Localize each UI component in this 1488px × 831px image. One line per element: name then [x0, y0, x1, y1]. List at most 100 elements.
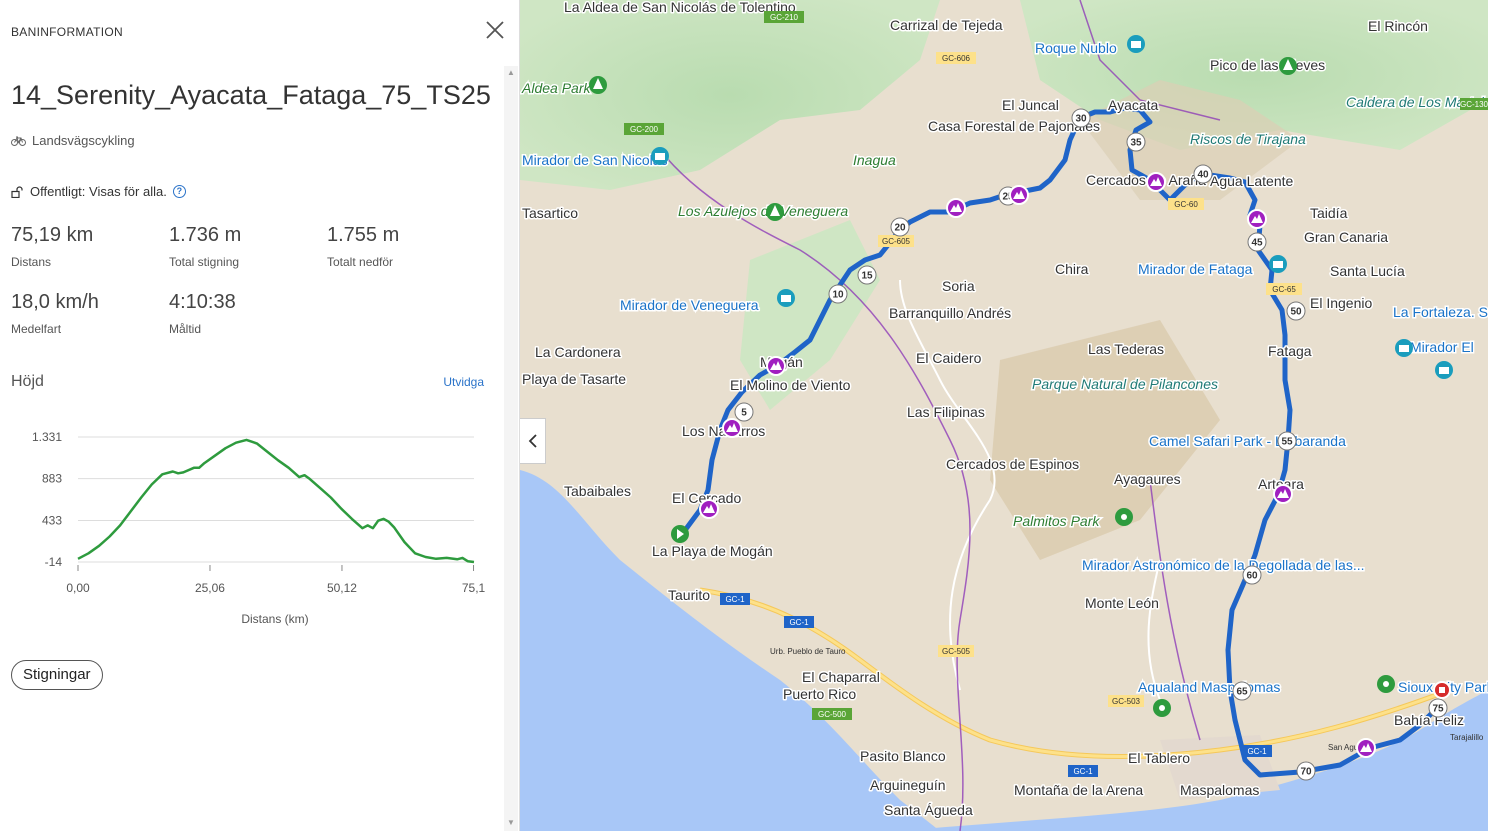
km-marker-label: 20: [894, 223, 906, 234]
place-label: Santa Águeda: [884, 802, 973, 818]
elevation-chart: 1.331 883 433 -14 0,00 25,06 50,12 75,1 Distan…: [32, 430, 486, 626]
place-label: Barranquillo Andrés: [889, 305, 1011, 321]
stat-average-speed: 18,0 km/h Medelfart: [11, 291, 99, 336]
chart-x-axis-label: Distans (km): [241, 612, 308, 626]
place-label: Tarajalillo: [1450, 733, 1484, 742]
place-label: La Cardonera: [535, 344, 621, 360]
collapse-panel-button[interactable]: [520, 418, 546, 464]
chart-x-tick-label: 0,00: [66, 581, 90, 595]
km-marker-label: 35: [1130, 138, 1142, 149]
svg-text:GC-65: GC-65: [1272, 285, 1296, 294]
viewpoint-icon: [651, 147, 669, 165]
park-icon: [1115, 508, 1133, 526]
elevation-title: Höjd: [11, 373, 44, 390]
climb-marker-icon: [1247, 209, 1267, 229]
place-label: Monte León: [1085, 595, 1159, 611]
km-marker-label: 65: [1236, 687, 1248, 698]
viewpoint-icon: [1269, 255, 1287, 273]
park-icon: [1153, 699, 1171, 717]
stat-value: 18,0 km/h: [11, 291, 99, 313]
place-label: Gran Canaria: [1304, 229, 1388, 245]
start-flag-icon: [671, 525, 689, 543]
scroll-up-arrow-icon[interactable]: ▲: [507, 68, 515, 77]
stat-label: Total stigning: [169, 255, 240, 269]
place-label: La Playa de Mogán: [652, 543, 773, 559]
climb-marker-icon: [1356, 738, 1376, 758]
svg-text:GC-500: GC-500: [818, 710, 847, 719]
place-label: La Fortaleza. Santa Lucía de Tirajana: [1393, 304, 1488, 320]
svg-text:GC-210: GC-210: [770, 13, 799, 22]
place-label: Mirador El: [1410, 339, 1474, 355]
km-marker-label: 30: [1075, 114, 1087, 125]
chart-grid: [78, 436, 474, 563]
elevation-line: [77, 438, 475, 564]
panel-header: BANINFORMATION: [11, 25, 123, 39]
stat-target-time: 4:10:38 Måltid: [169, 291, 236, 336]
svg-text:GC-200: GC-200: [630, 125, 659, 134]
stat-value: 75,19 km: [11, 224, 94, 246]
place-label: Santa Lucía: [1330, 263, 1405, 279]
finish-flag-icon: [1433, 681, 1451, 699]
place-label: Cercados de Araña: [1086, 172, 1206, 188]
place-label: Aqualand Maspalomas: [1138, 679, 1280, 695]
svg-text:GC-606: GC-606: [942, 54, 971, 63]
chart-y-ticks: 1.331 883 433 -14: [32, 430, 62, 569]
place-label: Mirador de Veneguera: [620, 297, 759, 313]
climb-marker-icon: [1009, 185, 1029, 205]
place-label: Maspalomas: [1180, 782, 1259, 798]
km-marker-label: 75: [1432, 704, 1444, 715]
km-marker-label: 15: [861, 271, 873, 282]
park-icon: [1377, 675, 1395, 693]
place-label: Parque Natural de Pilancones: [1032, 376, 1218, 392]
chart-x-tick-label: 50,12: [327, 581, 357, 595]
place-label: Chira: [1055, 261, 1089, 277]
expand-chart-link[interactable]: Utvidga: [443, 375, 484, 389]
sport-type: Landsvägscykling: [11, 133, 135, 148]
route-map[interactable]: La Aldea de San Nicolás de Tolentino Car…: [520, 0, 1488, 831]
stat-label: Måltid: [169, 322, 202, 336]
tree-icon: [589, 76, 607, 94]
climb-marker-icon: [722, 418, 742, 438]
viewpoint-icon: [1395, 339, 1413, 357]
place-label: Las Tederas: [1088, 341, 1164, 357]
km-marker-label: 55: [1281, 437, 1293, 448]
viewpoint-icon: [777, 289, 795, 307]
scroll-down-arrow-icon[interactable]: ▼: [507, 818, 515, 827]
place-label: Tasartico: [522, 205, 578, 221]
climbs-button[interactable]: Stigningar: [11, 660, 103, 690]
place-label: Mirador de San Nicolás: [522, 152, 668, 168]
climb-marker-icon: [946, 198, 966, 218]
help-icon[interactable]: ?: [172, 185, 186, 198]
svg-text:GC-605: GC-605: [882, 237, 911, 246]
place-label: Fataga: [1268, 343, 1312, 359]
svg-text:GC-130: GC-130: [1460, 100, 1488, 109]
place-label: Urb. Pueblo de Tauro: [770, 647, 846, 656]
km-marker-label: 70: [1300, 767, 1312, 778]
km-marker-label: 40: [1197, 170, 1209, 181]
sport-label: Landsvägscykling: [32, 133, 135, 148]
place-label: Montaña de la Arena: [1014, 782, 1143, 798]
climb-marker-icon: [699, 499, 719, 519]
map-canvas[interactable]: La Aldea de San Nicolás de Tolentino Car…: [520, 0, 1488, 831]
km-marker-label: 5: [741, 408, 747, 419]
svg-text:GC-1: GC-1: [1247, 747, 1267, 756]
place-label: Playa de Tasarte: [522, 371, 626, 387]
place-label: Agua Latente: [1210, 173, 1294, 189]
place-label: La Aldea de San Nicolás de Tolentino: [564, 0, 796, 15]
stat-total-ascent: 1.736 m Total stigning: [169, 224, 241, 269]
km-marker-label: 10: [832, 290, 844, 301]
place-label: Aldea Park: [521, 80, 591, 96]
close-icon[interactable]: [483, 18, 507, 42]
panel-scrollbar[interactable]: ▲ ▼: [504, 66, 518, 831]
svg-text:GC-1: GC-1: [1073, 767, 1093, 776]
svg-text:GC-60: GC-60: [1174, 200, 1198, 209]
viewpoint-icon: [1127, 35, 1145, 53]
place-label: El Rincón: [1368, 18, 1428, 34]
route-info-panel: BANINFORMATION 14_Serenity_Ayacata_Fatag…: [0, 0, 520, 831]
place-label: El Juncal: [1002, 97, 1059, 113]
place-label: Carrizal de Tejeda: [890, 17, 1003, 33]
place-label: Riscos de Tirajana: [1190, 131, 1306, 147]
chart-y-tick-label: 433: [42, 513, 62, 527]
stat-value: 1.755 m: [327, 224, 400, 246]
place-label: Los Azulejos de Veneguera: [678, 203, 848, 219]
